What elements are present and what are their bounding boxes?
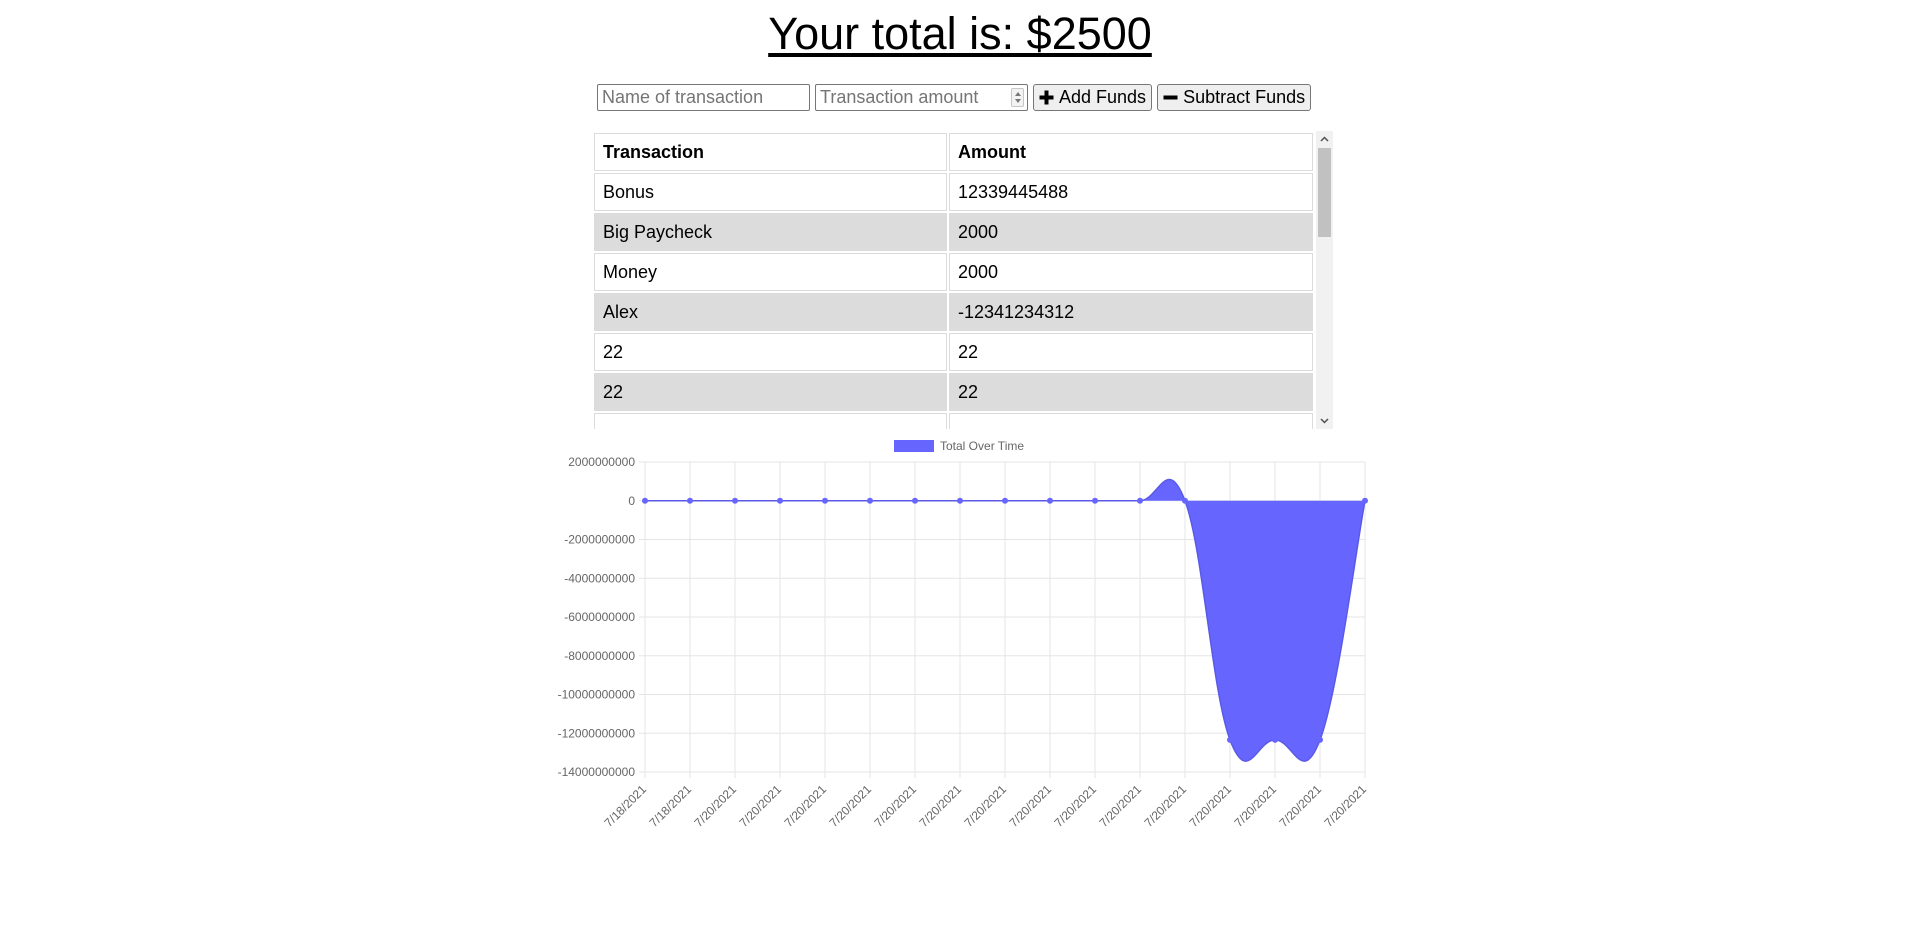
x-tick-label: 7/20/2021 (736, 782, 784, 830)
y-tick-label: -4000000000 (564, 571, 635, 585)
transaction-name-cell: Big Paycheck (594, 213, 947, 251)
data-point (867, 497, 873, 504)
chart-svg: Total Over Time 2000000000 0 -2000000000 -40… (558, 439, 1370, 830)
total-heading: Your total is: $2500 (768, 8, 1152, 59)
x-tick-label: 7/20/2021 (871, 782, 919, 830)
transaction-amount-cell: 22 (949, 373, 1313, 411)
table-row: Money 2000 (594, 253, 1313, 291)
y-tick-label: 0 (628, 494, 635, 508)
transaction-form: Add Funds Subtract Funds (597, 83, 1316, 111)
transaction-name-cell: Alex (594, 293, 947, 331)
scrollbar-thumb[interactable] (1318, 148, 1331, 237)
table-row: Bonus 12339445488 (594, 173, 1313, 211)
table-row: 22 22 (594, 333, 1313, 371)
x-tick-label: 7/18/2021 (646, 782, 694, 830)
data-point (1137, 497, 1143, 504)
y-tick-label: -6000000000 (564, 610, 635, 624)
x-tick-label: 7/20/2021 (1321, 782, 1369, 830)
transaction-amount-cell: 12339445488 (949, 173, 1313, 211)
transaction-amount-cell: 22 (949, 333, 1313, 371)
data-point (1182, 497, 1188, 504)
data-point (912, 497, 918, 504)
data-point (642, 497, 648, 504)
x-tick-label: 7/20/2021 (961, 782, 1009, 830)
table-row (594, 413, 1313, 429)
transactions-table-container[interactable]: Transaction Amount Bonus 12339445488 Big… (592, 131, 1333, 429)
x-tick-label: 7/18/2021 (601, 782, 649, 830)
data-point (1272, 736, 1278, 743)
transaction-name-cell: Bonus (594, 173, 947, 211)
x-tick-label: 7/20/2021 (1231, 782, 1279, 830)
x-tick-label: 7/20/2021 (1051, 782, 1099, 830)
data-point (732, 497, 738, 504)
transaction-name-cell: 22 (594, 333, 947, 371)
x-tick-label: 7/20/2021 (1276, 782, 1324, 830)
y-tick-label: -14000000000 (558, 765, 636, 779)
data-point (1002, 497, 1008, 504)
transaction-amount-cell: 2000 (949, 213, 1313, 251)
chevron-up-icon[interactable] (1316, 131, 1333, 148)
table-header-row: Transaction Amount (594, 133, 1313, 171)
x-tick-label: 7/20/2021 (916, 782, 964, 830)
y-tick-label: -8000000000 (564, 649, 635, 663)
x-tick-label: 7/20/2021 (1006, 782, 1054, 830)
transaction-name-cell: Money (594, 253, 947, 291)
transaction-amount-input[interactable] (815, 83, 1028, 111)
chart-legend: Total Over Time (894, 439, 1024, 453)
data-point (822, 497, 828, 504)
table-row: 22 22 (594, 373, 1313, 411)
add-funds-button[interactable]: Add Funds (1033, 83, 1153, 111)
x-tick-label: 7/20/2021 (691, 782, 739, 830)
y-tick-label: -10000000000 (558, 688, 636, 702)
table-row: Big Paycheck 2000 (594, 213, 1313, 251)
data-point (957, 497, 963, 504)
column-header-transaction: Transaction (594, 133, 947, 171)
y-tick-label: -2000000000 (564, 533, 635, 547)
subtract-funds-label: Subtract Funds (1183, 86, 1306, 107)
minus-icon (1163, 95, 1178, 99)
transaction-name-cell (594, 413, 947, 429)
x-tick-label: 7/20/2021 (1141, 782, 1189, 830)
y-tick-label: -12000000000 (558, 726, 636, 740)
table-scrollbar[interactable] (1316, 131, 1333, 429)
chevron-down-icon[interactable] (1316, 412, 1333, 429)
table-row: Alex -12341234312 (594, 293, 1313, 331)
data-point (1047, 497, 1053, 504)
data-point (1317, 736, 1323, 743)
legend-label: Total Over Time (940, 439, 1024, 453)
data-point (1227, 736, 1233, 743)
transaction-name-input[interactable] (597, 83, 810, 111)
data-point (1362, 497, 1368, 504)
x-tick-label: 7/20/2021 (1186, 782, 1234, 830)
total-over-time-chart: Total Over Time 2000000000 0 -2000000000 -40… (540, 432, 1380, 832)
data-point (687, 497, 693, 504)
legend-swatch (894, 440, 934, 452)
y-tick-label: 2000000000 (568, 455, 635, 469)
transaction-amount-cell (949, 413, 1313, 429)
x-tick-label: 7/20/2021 (781, 782, 829, 830)
transaction-amount-wrap (815, 83, 1028, 111)
data-point (1092, 497, 1098, 504)
subtract-funds-button[interactable]: Subtract Funds (1157, 83, 1312, 111)
transaction-amount-cell: -12341234312 (949, 293, 1313, 331)
budget-page: Your total is: $2500 Add Funds Subtract … (0, 0, 1920, 937)
transaction-amount-cell: 2000 (949, 253, 1313, 291)
data-point (777, 497, 783, 504)
add-funds-label: Add Funds (1059, 86, 1147, 107)
x-tick-label: 7/20/2021 (826, 782, 874, 830)
plus-icon (1039, 90, 1054, 104)
transaction-name-cell: 22 (594, 373, 947, 411)
transactions-table: Transaction Amount Bonus 12339445488 Big… (592, 131, 1315, 429)
x-tick-label: 7/20/2021 (1096, 782, 1144, 830)
amount-spinner[interactable] (1011, 87, 1024, 107)
column-header-amount: Amount (949, 133, 1313, 171)
